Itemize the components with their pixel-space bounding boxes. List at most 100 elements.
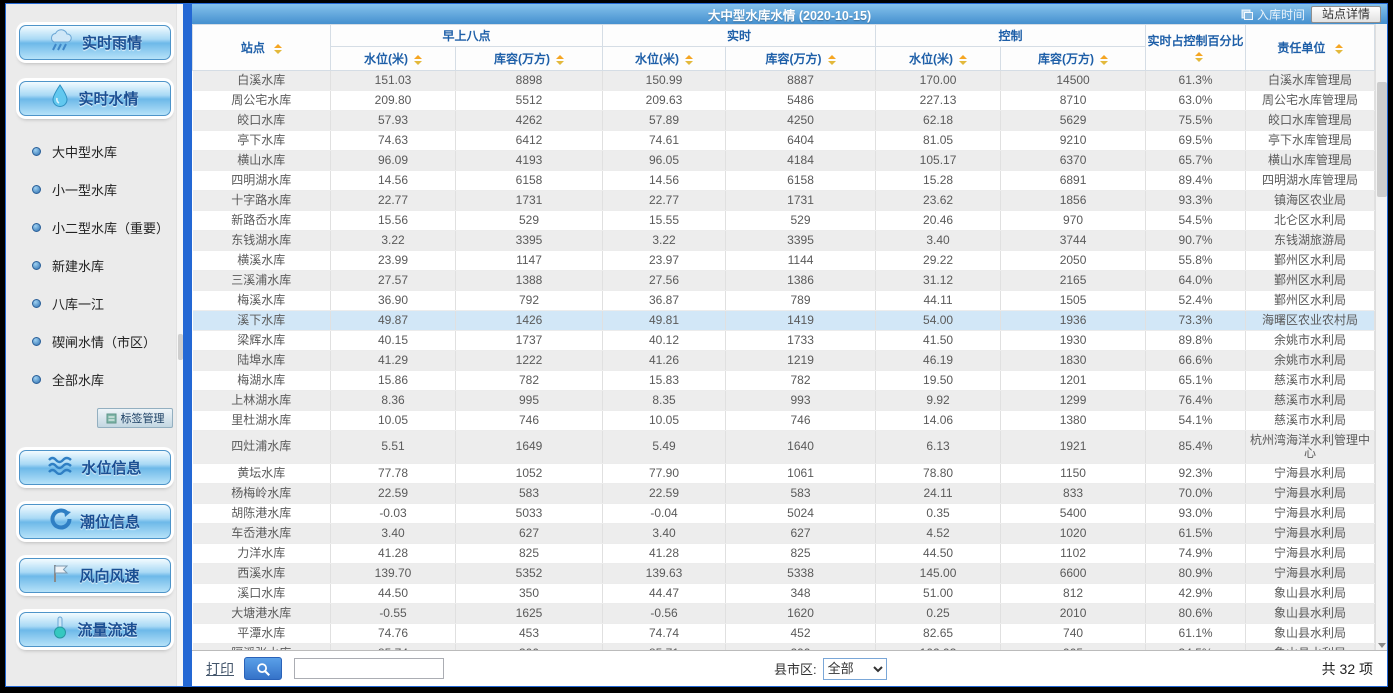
cell-ctrl_cap: 8710: [1001, 91, 1146, 111]
county-select[interactable]: 全部: [823, 658, 887, 680]
cell-station: 十字路水库: [193, 191, 331, 211]
cell-m8_cap: 6412: [456, 131, 603, 151]
table-row[interactable]: 梁辉水库40.15173740.12173341.50193089.8%余姚市水…: [193, 331, 1375, 351]
cell-ctrl_cap: 1102: [1001, 544, 1146, 564]
header-ctrl-capacity[interactable]: 库容(万方): [1001, 47, 1146, 71]
cell-rt_cap: 1061: [726, 464, 876, 484]
header-rt-capacity[interactable]: 库容(万方): [726, 47, 876, 71]
header-pct[interactable]: 实时占控制百分比: [1146, 25, 1246, 71]
sidebar-item-八库一江[interactable]: 八库一江: [32, 294, 183, 313]
sidebar-button-rain[interactable]: 实时雨情: [19, 25, 171, 60]
table-row[interactable]: 梅溪水库36.9079236.8778944.11150552.4%鄞州区水利局: [193, 291, 1375, 311]
app-frame: 实时雨情实时水情 大中型水库小一型水库小二型水库（重要） 新建水库八库一江碶闸水情…: [5, 3, 1388, 687]
table-row[interactable]: 横山水库96.09419396.054184105.17637065.7%横山水…: [193, 151, 1375, 171]
sort-icon[interactable]: [959, 55, 967, 65]
table-row[interactable]: 皎口水库57.93426257.89425062.18562975.5%皎口水库…: [193, 111, 1375, 131]
table-row[interactable]: 溪口水库44.5035044.4734851.0081242.9%象山县水利局: [193, 584, 1375, 604]
table-row[interactable]: 横溪水库23.99114723.97114429.22205055.8%鄞州区水…: [193, 251, 1375, 271]
cell-ctrl_cap: 812: [1001, 584, 1146, 604]
table-row[interactable]: 三溪浦水库27.57138827.56138631.12216564.0%鄞州区…: [193, 271, 1375, 291]
cell-pct: 89.8%: [1146, 331, 1246, 351]
footer-bar: 打印 县市区: 全部 共 32 项: [192, 650, 1387, 686]
table-row[interactable]: 杨梅岭水库22.5958322.5958324.1183370.0%宁海县水利局: [193, 484, 1375, 504]
intake-time-toggle[interactable]: 入库时间: [1241, 6, 1305, 23]
cell-station: 梁辉水库: [193, 331, 331, 351]
header-m8-level[interactable]: 水位(米): [331, 47, 456, 71]
sidebar-button-flow[interactable]: 流量流速: [19, 612, 171, 647]
station-detail-button[interactable]: 站点详情: [1311, 6, 1381, 23]
sort-icon[interactable]: [556, 55, 564, 65]
sidebar-item-小一型水库[interactable]: 小一型水库: [32, 180, 183, 199]
sort-icon[interactable]: [1100, 55, 1108, 65]
cell-ctrl_cap: 1201: [1001, 371, 1146, 391]
table-row[interactable]: 西溪水库139.705352139.635338145.00660080.9%宁…: [193, 564, 1375, 584]
header-unit[interactable]: 责任单位: [1246, 25, 1375, 71]
cell-ctrl_cap: 2010: [1001, 604, 1146, 624]
cell-m8_cap: 4193: [456, 151, 603, 171]
cell-ctrl_cap: 1856: [1001, 191, 1146, 211]
cell-unit: 鄞州区水利局: [1246, 291, 1375, 311]
search-button[interactable]: [244, 657, 282, 680]
sidebar-button-water-drop[interactable]: 实时水情: [19, 81, 171, 116]
cell-rt_level: 40.12: [603, 331, 726, 351]
sort-icon[interactable]: [274, 44, 282, 54]
header-station[interactable]: 站点: [193, 25, 331, 71]
table-row[interactable]: 梅湖水库15.8678215.8378219.50120165.1%慈溪市水利局: [193, 371, 1375, 391]
table-row[interactable]: 东钱湖水库3.2233953.2233953.40374490.7%东钱湖旅游局: [193, 231, 1375, 251]
header-rt-level[interactable]: 水位(米): [603, 47, 726, 71]
table-row[interactable]: 白溪水库151.038898150.998887170.001450061.3%…: [193, 71, 1375, 91]
scrollbar-thumb[interactable]: [1377, 82, 1387, 197]
cell-rt_level: -0.04: [603, 504, 726, 524]
header-m8-capacity[interactable]: 库容(万方): [456, 47, 603, 71]
sidebar-item-新建水库[interactable]: 新建水库: [32, 256, 183, 275]
table-row[interactable]: 黄坛水库77.78105277.90106178.80115092.3%宁海县水…: [193, 464, 1375, 484]
sidebar-item-碶闸水情（市区）[interactable]: 碶闸水情（市区）: [32, 332, 183, 351]
table-row[interactable]: 平潭水库74.7645374.7445282.6574061.1%象山县水利局: [193, 624, 1375, 644]
sort-icon[interactable]: [1335, 44, 1343, 54]
sidebar-item-大中型水库[interactable]: 大中型水库: [32, 142, 183, 161]
table-row[interactable]: 四明湖水库14.56615814.56615815.28689189.4%四明湖…: [193, 171, 1375, 191]
print-link[interactable]: 打印: [206, 659, 234, 679]
table-row[interactable]: 胡陈港水库-0.035033-0.0450240.35540093.0%宁海县水…: [193, 504, 1375, 524]
cell-ctrl_cap: 14500: [1001, 71, 1146, 91]
sidebar-item-全部水库[interactable]: 全部水库: [32, 370, 183, 389]
table-row[interactable]: 周公宅水库209.805512209.635486227.13871063.0%…: [193, 91, 1375, 111]
table-row[interactable]: 里杜湖水库10.0574610.0574614.06138054.1%慈溪市水利…: [193, 411, 1375, 431]
sidebar-button-tide[interactable]: 潮位信息: [19, 504, 171, 539]
sidebar-scrollbar[interactable]: [176, 4, 183, 686]
cell-ctrl_level: 31.12: [876, 271, 1001, 291]
cell-ctrl_level: 4.52: [876, 524, 1001, 544]
table-row[interactable]: 陆埠水库41.29122241.26121946.19183066.6%余姚市水…: [193, 351, 1375, 371]
page-title: 大中型水库水情 (2020-10-15): [708, 5, 871, 24]
table-scrollbar[interactable]: [1375, 24, 1387, 650]
tag-manage-button[interactable]: 标签管理: [97, 408, 173, 428]
cell-m8_level: 23.99: [331, 251, 456, 271]
sort-icon[interactable]: [414, 55, 422, 65]
cell-pct: 64.0%: [1146, 271, 1246, 291]
sidebar-button-wave[interactable]: 水位信息: [19, 450, 171, 485]
cell-rt_level: 41.26: [603, 351, 726, 371]
header-ctrl-level[interactable]: 水位(米): [876, 47, 1001, 71]
sidebar-button-wind-flag[interactable]: 风向风速: [19, 558, 171, 593]
sort-icon[interactable]: [828, 55, 836, 65]
scrollbar-down-arrow[interactable]: [1378, 643, 1386, 648]
search-input[interactable]: [294, 658, 444, 679]
table-row[interactable]: 大塘港水库-0.551625-0.5616200.25201080.6%象山县水…: [193, 604, 1375, 624]
sort-icon[interactable]: [685, 55, 693, 65]
sort-icon[interactable]: [1195, 52, 1203, 62]
table-row[interactable]: 亭下水库74.63641274.61640481.05921069.5%亭下水库…: [193, 131, 1375, 151]
cell-rt_level: 41.28: [603, 544, 726, 564]
wind-flag-icon: [49, 562, 71, 589]
intake-time-icon: [1241, 8, 1253, 20]
table-row[interactable]: 上林湖水库8.369958.359939.92129976.4%慈溪市水利局: [193, 391, 1375, 411]
table-row[interactable]: 力洋水库41.2882541.2882544.50110274.9%宁海县水利局: [193, 544, 1375, 564]
cell-rt_cap: 782: [726, 371, 876, 391]
table-row[interactable]: 溪下水库49.87142649.81141954.00193673.3%海曙区农…: [193, 311, 1375, 331]
sidebar-item-小二型水库（重要）[interactable]: 小二型水库（重要）: [32, 218, 183, 237]
table-row[interactable]: 四灶浦水库5.5116495.4916406.13192185.4%杭州湾海洋水…: [193, 431, 1375, 464]
cell-rt_level: 77.90: [603, 464, 726, 484]
table-row[interactable]: 车岙港水库3.406273.406274.52102061.5%宁海县水利局: [193, 524, 1375, 544]
table-row[interactable]: 十字路水库22.77173122.77173123.62185693.3%镇海区…: [193, 191, 1375, 211]
table-row[interactable]: 新路岙水库15.5652915.5552920.4697054.5%北仑区水利局: [193, 211, 1375, 231]
tag-manage-label: 标签管理: [121, 410, 165, 426]
